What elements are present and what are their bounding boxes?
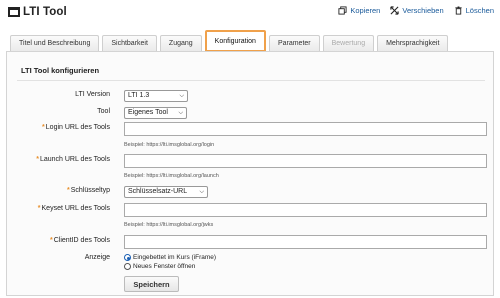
delete-button[interactable]: Löschen <box>454 6 494 15</box>
login-url-input[interactable] <box>124 122 487 136</box>
copy-icon <box>338 6 347 15</box>
required-marker: * <box>66 187 70 194</box>
config-panel: LTI Tool konfigurieren LTI Version LTI 1… <box>6 52 494 296</box>
window-icon <box>8 7 20 17</box>
section-divider <box>17 80 485 81</box>
client-id-input[interactable] <box>124 235 487 249</box>
keyset-url-hint: Beispiel: https://lti.imsglobal.org/jwks <box>124 222 214 228</box>
tab-zugang[interactable]: Zugang <box>159 35 202 52</box>
key-type-label-text: Schlüsseltyp <box>70 187 110 194</box>
required-marker: * <box>42 124 45 131</box>
required-marker: * <box>36 156 39 163</box>
tab-mehrsprachigkeit[interactable]: Mehrsprachigkeit <box>377 35 449 52</box>
required-marker: * <box>49 237 53 244</box>
page-title: LTI Tool <box>23 6 67 18</box>
tab-bewertung: Bewertung <box>322 35 375 52</box>
client-id-label: *ClientID des Tools <box>7 237 110 244</box>
display-label-text: Anzeige <box>84 254 110 261</box>
key-type-select[interactable]: Schlüsselsatz-URL ⌵ <box>124 186 208 198</box>
chevron-down-icon: ⌵ <box>179 93 184 99</box>
trash-icon <box>454 6 462 15</box>
key-type-value: Schlüsselsatz-URL <box>128 188 188 195</box>
tab-parameter[interactable]: Parameter <box>268 35 320 52</box>
display-option-new-window-label: Neues Fenster öffnen <box>133 263 196 270</box>
login-url-hint: Beispiel: https://lti.imsglobal.org/logi… <box>124 142 215 148</box>
tool-label-text: Tool <box>97 108 110 115</box>
client-id-label-text: ClientID des Tools <box>53 237 110 244</box>
tab-titel-beschreibung[interactable]: Titel und Beschreibung <box>10 35 100 52</box>
move-label: Verschieben <box>402 6 444 15</box>
delete-label: Löschen <box>465 6 494 15</box>
keyset-url-label: *Keyset URL des Tools <box>7 205 110 212</box>
launch-url-hint: Beispiel: https://lti.imsglobal.org/laun… <box>124 173 219 179</box>
display-option-iframe[interactable]: Eingebettet im Kurs (iFrame) <box>124 254 216 261</box>
tool-value: Eigenes Tool <box>128 109 168 116</box>
login-url-label: *Login URL des Tools <box>7 124 110 131</box>
launch-url-input[interactable] <box>124 154 487 168</box>
lti-version-select[interactable]: LTI 1.3 ⌵ <box>124 90 188 102</box>
display-option-iframe-label: Eingebettet im Kurs (iFrame) <box>133 254 217 261</box>
header: LTI Tool Kopieren Verschieben Löschen <box>0 0 500 26</box>
lti-version-value: LTI 1.3 <box>128 92 150 99</box>
move-icon <box>390 6 399 15</box>
section-title: LTI Tool konfigurieren <box>21 66 100 75</box>
key-type-label: *Schlüsseltyp <box>7 187 110 194</box>
required-marker: * <box>37 205 41 212</box>
display-label: Anzeige <box>7 254 110 261</box>
chevron-down-icon: ⌵ <box>199 189 204 195</box>
lti-version-label: LTI Version <box>7 91 110 98</box>
actions-bar: Kopieren Verschieben Löschen <box>338 6 494 15</box>
copy-label: Kopieren <box>350 6 381 15</box>
radio-unchecked-icon[interactable] <box>124 263 131 270</box>
move-button[interactable]: Verschieben <box>390 6 444 15</box>
chevron-down-icon: ⌵ <box>178 110 183 116</box>
tool-select[interactable]: Eigenes Tool ⌵ <box>124 107 187 119</box>
tab-sichtbarkeit[interactable]: Sichtbarkeit <box>102 35 157 52</box>
display-option-new-window[interactable]: Neues Fenster öffnen <box>124 263 195 270</box>
keyset-url-label-text: Keyset URL des Tools <box>41 205 110 212</box>
save-button[interactable]: Speichern <box>124 276 179 292</box>
radio-checked-icon[interactable] <box>124 254 131 261</box>
tab-bar: Titel und Beschreibung Sichtbarkeit Zuga… <box>10 30 451 52</box>
launch-url-label: *Launch URL des Tools <box>7 156 110 163</box>
keyset-url-input[interactable] <box>124 203 487 217</box>
title-wrap: LTI Tool <box>8 6 67 18</box>
tool-label: Tool <box>7 108 110 115</box>
launch-url-label-text: Launch URL des Tools <box>39 156 110 163</box>
lti-version-label-text: LTI Version <box>75 91 110 98</box>
tab-konfiguration[interactable]: Konfiguration <box>204 30 266 52</box>
copy-button[interactable]: Kopieren <box>338 6 380 15</box>
login-url-label-text: Login URL des Tools <box>45 124 110 131</box>
